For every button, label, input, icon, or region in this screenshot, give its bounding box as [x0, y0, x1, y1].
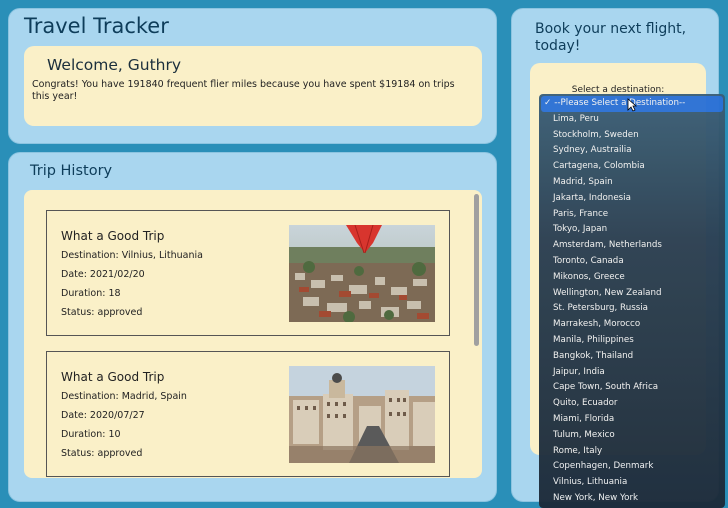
dropdown-option-label: Vilnius, Lithuania [553, 477, 628, 488]
welcome-heading: Welcome, Guthry [47, 56, 182, 74]
trip-card: What a Good Trip Destination: Madrid, Sp… [46, 351, 450, 477]
dropdown-option-label: Wellington, New Zealand [553, 287, 662, 298]
dropdown-option[interactable]: Quito, Ecuador [539, 396, 725, 412]
dropdown-option-label: Copenhagen, Denmark [553, 461, 654, 472]
trip-card: What a Good Trip Destination: Vilnius, L… [46, 210, 450, 336]
booking-title: Book your next flight, today! [535, 21, 687, 54]
dropdown-option[interactable]: Sydney, Austrailia [539, 143, 725, 159]
trip-name: What a Good Trip [61, 370, 165, 384]
dropdown-option[interactable]: Marrakesh, Morocco [539, 317, 725, 333]
trip-destination-photo [289, 225, 435, 322]
trip-status: Status: approved [61, 448, 143, 459]
dropdown-option[interactable]: Madrid, Spain [539, 175, 725, 191]
dropdown-option[interactable]: Amsterdam, Netherlands [539, 238, 725, 254]
dropdown-option-label: Manila, Philippines [553, 335, 634, 345]
trip-date: Date: 2020/07/27 [61, 410, 145, 421]
dropdown-option[interactable]: Jaipur, India [539, 365, 725, 381]
dropdown-option-label: Bangkok, Thailand [553, 350, 634, 361]
header-panel: Travel Tracker Welcome, Guthry Congrats!… [8, 8, 497, 144]
trip-history-title: Trip History [30, 163, 113, 179]
trip-history-list[interactable]: What a Good Trip Destination: Vilnius, L… [24, 190, 482, 478]
dropdown-option[interactable]: Miami, Florida [539, 412, 725, 428]
trip-destination: Destination: Madrid, Spain [61, 391, 187, 402]
dropdown-option-label: St. Petersburg, Russia [553, 303, 648, 314]
dropdown-option-label: Tulum, Mexico [553, 429, 615, 440]
trip-history-panel: Trip History What a Good Trip Destinatio… [8, 152, 497, 502]
dropdown-option[interactable]: Jakarta, Indonesia [539, 191, 725, 207]
dropdown-option-label: Jaipur, India [553, 366, 605, 377]
dropdown-option-label: Amsterdam, Netherlands [553, 240, 662, 251]
dropdown-option-label: Paris, France [553, 208, 609, 219]
dropdown-option[interactable]: Wellington, New Zealand [539, 286, 725, 302]
trip-duration: Duration: 10 [61, 429, 121, 440]
dropdown-option[interactable]: Bangkok, Thailand [539, 349, 725, 365]
vilnius-city-photo [289, 225, 435, 322]
dropdown-option-label: New York, New York [553, 493, 639, 503]
dropdown-option-label: Stockholm, Sweden [553, 129, 639, 140]
dropdown-option[interactable]: Mikonos, Greece [539, 270, 725, 286]
dropdown-option[interactable]: St. Petersburg, Russia [539, 301, 725, 317]
dropdown-option[interactable]: New York, New York [539, 491, 725, 507]
dropdown-option-label: Toronto, Canada [553, 256, 624, 266]
dropdown-option[interactable]: Tulum, Mexico [539, 428, 725, 444]
dropdown-option[interactable]: Rome, Italy [539, 444, 725, 460]
dropdown-option-label: Miami, Florida [553, 414, 615, 424]
checkmark-icon: ✓ [544, 98, 552, 108]
dropdown-option[interactable]: Toronto, Canada [539, 254, 725, 270]
madrid-city-photo [289, 366, 435, 463]
dropdown-option-label: Cartagena, Colombia [553, 161, 645, 172]
welcome-card: Welcome, Guthry Congrats! You have 19184… [24, 46, 482, 126]
dropdown-option[interactable]: Paris, France [539, 207, 725, 223]
dropdown-option[interactable]: Cartagena, Colombia [539, 159, 725, 175]
trip-status: Status: approved [61, 307, 143, 318]
dropdown-option-label: Jakarta, Indonesia [553, 192, 631, 203]
dropdown-option[interactable]: Lima, Peru [539, 112, 725, 128]
dropdown-option-label: Madrid, Spain [553, 177, 613, 187]
dropdown-option[interactable]: Stockholm, Sweden [539, 128, 725, 144]
dropdown-option-label: Mikonos, Greece [553, 271, 625, 282]
dropdown-option-label: Sydney, Austrailia [553, 145, 632, 156]
trip-destination-photo [289, 366, 435, 463]
dropdown-option-label: Tokyo, Japan [553, 224, 608, 235]
dropdown-option[interactable]: Copenhagen, Denmark [539, 459, 725, 475]
dropdown-option-label: Cape Town, South Africa [553, 382, 659, 393]
trip-name: What a Good Trip [61, 229, 165, 243]
dropdown-option-label: Lima, Peru [553, 113, 599, 124]
mouse-cursor-icon [627, 98, 637, 112]
trip-duration: Duration: 18 [61, 288, 121, 299]
dropdown-option-label: --Please Select a Destination-- [554, 98, 686, 108]
dropdown-option[interactable]: Vilnius, Lithuania [539, 475, 725, 491]
dropdown-option-label: Quito, Ecuador [553, 398, 618, 409]
trip-date: Date: 2021/02/20 [61, 269, 145, 280]
dropdown-option[interactable]: Cape Town, South Africa [539, 380, 725, 396]
dropdown-option[interactable]: Tokyo, Japan [539, 222, 725, 238]
miles-message: Congrats! You have 191840 frequent flier… [32, 79, 455, 102]
trip-destination: Destination: Vilnius, Lithuania [61, 250, 203, 261]
dropdown-option-label: Marrakesh, Morocco [553, 319, 641, 330]
scrollbar-thumb[interactable] [474, 194, 479, 346]
dropdown-option[interactable]: Manila, Philippines [539, 333, 725, 349]
app-title: Travel Tracker [24, 14, 169, 38]
destination-dropdown-list[interactable]: ✓ --Please Select a Destination-- Lima, Pe… [539, 94, 725, 508]
dropdown-option-label: Rome, Italy [553, 445, 603, 456]
